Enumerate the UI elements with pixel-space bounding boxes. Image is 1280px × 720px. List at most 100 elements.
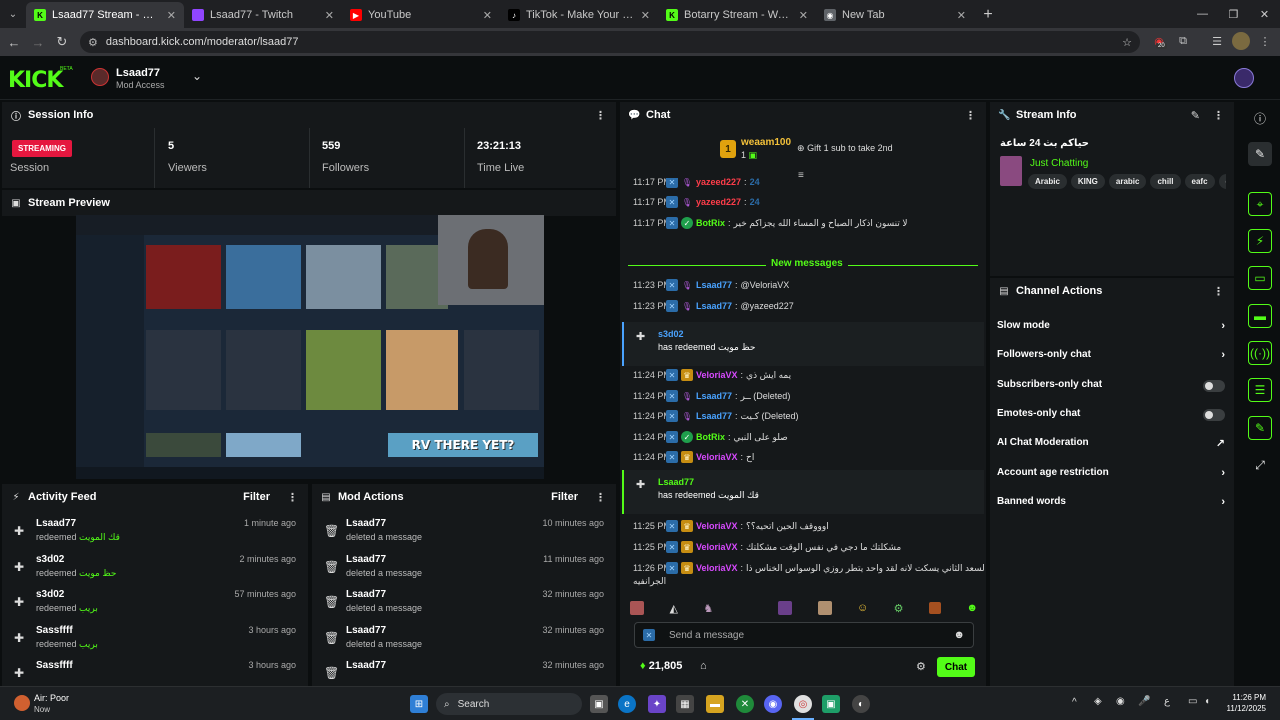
more-options-icon[interactable]: ⋮ <box>965 109 976 122</box>
toggle-switch[interactable] <box>1203 380 1225 392</box>
tray-chevron-icon[interactable]: ^ <box>1072 697 1077 708</box>
channel-points[interactable]: ♦ 21,805 <box>640 660 682 672</box>
stream-tag[interactable]: arabic <box>1108 174 1147 189</box>
browser-tab[interactable]: K Botarry Stream - Watch Live on Kick ✕ <box>658 2 816 28</box>
chat-username[interactable]: BotRix <box>696 218 725 228</box>
close-window-button[interactable]: ✕ <box>1249 0 1280 28</box>
tab-close-icon[interactable]: ✕ <box>641 9 650 22</box>
more-options-icon[interactable]: ⋮ <box>595 109 606 122</box>
emote-icon[interactable]: ⚙ <box>894 602 904 615</box>
emoji-picker-icon[interactable]: ☻ <box>953 629 965 641</box>
emote-icon[interactable] <box>630 601 644 615</box>
discord-icon[interactable]: ◉ <box>764 695 782 713</box>
channel-action-account-age-restriction[interactable]: Account age restriction › <box>997 465 1231 485</box>
chat-username[interactable]: VeloriaVX <box>696 452 738 462</box>
url-bar[interactable]: ⚙ dashboard.kick.com/moderator/lsaad77 ☆ <box>80 31 1140 53</box>
channel-action-slow-mode[interactable]: Slow mode › <box>997 318 1231 338</box>
browser-tab[interactable]: ▶ YouTube ✕ <box>342 2 500 28</box>
mod-action-user[interactable]: Lsaad77 <box>346 554 386 565</box>
chat-username[interactable]: VeloriaVX <box>696 563 738 573</box>
channel-action-ai-chat-moderation[interactable]: AI Chat Moderation ↗ <box>997 435 1231 455</box>
tab-close-icon[interactable]: ✕ <box>799 9 808 22</box>
activity-filter-button[interactable]: Filter <box>243 491 270 503</box>
activity-user[interactable]: s3d02 <box>36 554 64 565</box>
tray-icon[interactable]: ◉ <box>1116 696 1125 707</box>
bolt-icon[interactable]: ⚡ <box>1248 229 1272 253</box>
clock-time[interactable]: 11:26 PM <box>1222 693 1266 702</box>
steam-icon[interactable]: ◐ <box>852 695 870 713</box>
copilot-icon[interactable]: ✦ <box>648 695 666 713</box>
activity-user[interactable]: s3d02 <box>36 589 64 600</box>
file-explorer-icon[interactable]: ▬ <box>706 695 724 713</box>
emote-icon[interactable]: ☺ <box>857 602 868 614</box>
mod-action-user[interactable]: Lsaad77 <box>346 625 386 636</box>
expand-icon[interactable]: ⤢ <box>1248 453 1272 477</box>
back-icon[interactable]: ← <box>2 30 26 54</box>
stream-tag[interactable]: KING <box>1070 174 1105 189</box>
bookmark-star-icon[interactable]: ☆ <box>1122 36 1132 49</box>
channel-name[interactable]: Lsaad77 <box>116 67 160 79</box>
chat-username[interactable]: Lsaad77 <box>696 411 732 421</box>
activity-user[interactable]: Lsaad77 <box>36 518 76 529</box>
store-icon[interactable]: ▦ <box>676 695 694 713</box>
tab-close-icon[interactable]: ✕ <box>167 9 176 22</box>
chat-username[interactable]: Lsaad77 <box>696 280 732 290</box>
minimize-button[interactable]: — <box>1187 0 1218 28</box>
site-info-icon[interactable]: ⚙ <box>88 36 98 49</box>
target-icon[interactable]: ⌖ <box>1248 192 1272 216</box>
chrome-icon[interactable]: ◎ <box>794 695 812 713</box>
emote-icon[interactable] <box>739 601 753 615</box>
mod-action-user[interactable]: Lsaad77 <box>346 518 386 529</box>
emote-icon[interactable]: ☻ <box>966 602 978 614</box>
chevron-down-icon[interactable]: ⌄ <box>192 69 202 83</box>
weather-icon[interactable] <box>14 695 30 711</box>
stream-tag[interactable]: ea <box>1218 174 1226 189</box>
more-options-icon[interactable]: ⋮ <box>595 491 606 504</box>
document-icon[interactable]: ▭ <box>1248 266 1272 290</box>
emote-icon[interactable] <box>928 602 941 614</box>
edit-pencil-icon[interactable]: ✎ <box>1191 109 1200 122</box>
app-icon[interactable]: ▣ <box>822 695 840 713</box>
tab-search-icon[interactable]: ⌄ <box>0 0 26 28</box>
weather-title[interactable]: Air: Poor <box>34 693 69 703</box>
chat-username[interactable]: Lsaad77 <box>696 391 732 401</box>
stream-tag[interactable]: eafc <box>1184 174 1215 189</box>
browser-menu-icon[interactable]: ⋮ <box>1256 32 1274 50</box>
edge-icon[interactable]: e <box>618 695 636 713</box>
stream-tag[interactable]: Arabic <box>1028 174 1067 189</box>
emote-icon[interactable] <box>778 601 793 615</box>
forward-icon[interactable]: → <box>26 30 50 54</box>
chat-username[interactable]: VeloriaVX <box>696 542 738 552</box>
chat-username[interactable]: VeloriaVX <box>696 370 738 380</box>
redeemer-name[interactable]: Lsaad77 <box>658 477 694 487</box>
volume-icon[interactable]: ◖ <box>1204 696 1210 707</box>
restore-button[interactable]: ❐ <box>1218 0 1249 28</box>
more-options-icon[interactable]: ⋮ <box>1213 109 1224 122</box>
clock-date[interactable]: 11/12/2025 <box>1222 704 1266 713</box>
kick-logo[interactable]: KICK <box>8 68 63 93</box>
extensions-puzzle-icon[interactable]: ⧉ <box>1174 32 1192 50</box>
channel-action-subscribers-only-chat[interactable]: Subscribers-only chat <box>997 377 1231 397</box>
top-gifter-name[interactable]: weaam100 <box>741 137 791 148</box>
channel-action-emotes-only-chat[interactable]: Emotes-only chat <box>997 406 1231 426</box>
network-icon[interactable]: ▭ <box>1188 696 1197 707</box>
user-avatar[interactable] <box>1234 68 1254 88</box>
chat-settings-icon[interactable]: ⚙ <box>916 660 926 673</box>
reading-list-icon[interactable]: ☰ <box>1208 32 1226 50</box>
chat-username[interactable]: yazeed227 <box>696 197 741 207</box>
taskbar-search[interactable]: ⌕ Search <box>436 693 582 715</box>
chat-username[interactable]: BotRix <box>696 432 725 442</box>
toggle-switch[interactable] <box>1203 409 1225 421</box>
mod-actions-filter-button[interactable]: Filter <box>551 491 578 503</box>
browser-tab[interactable]: ◉ New Tab ✕ <box>816 2 974 28</box>
broadcast-icon[interactable]: ((·)) <box>1248 341 1272 365</box>
store-icon[interactable]: ⌂ <box>700 660 707 672</box>
profile-avatar[interactable] <box>1232 32 1250 50</box>
mod-action-user[interactable]: Lsaad77 <box>346 660 386 671</box>
language-icon[interactable]: ع <box>1164 696 1170 707</box>
activity-user[interactable]: Sassffff <box>36 625 73 636</box>
tray-icon[interactable]: ◈ <box>1094 696 1102 707</box>
redeemer-name[interactable]: s3d02 <box>658 329 684 339</box>
category-name[interactable]: Just Chatting <box>1030 158 1088 169</box>
tab-close-icon[interactable]: ✕ <box>325 9 334 22</box>
